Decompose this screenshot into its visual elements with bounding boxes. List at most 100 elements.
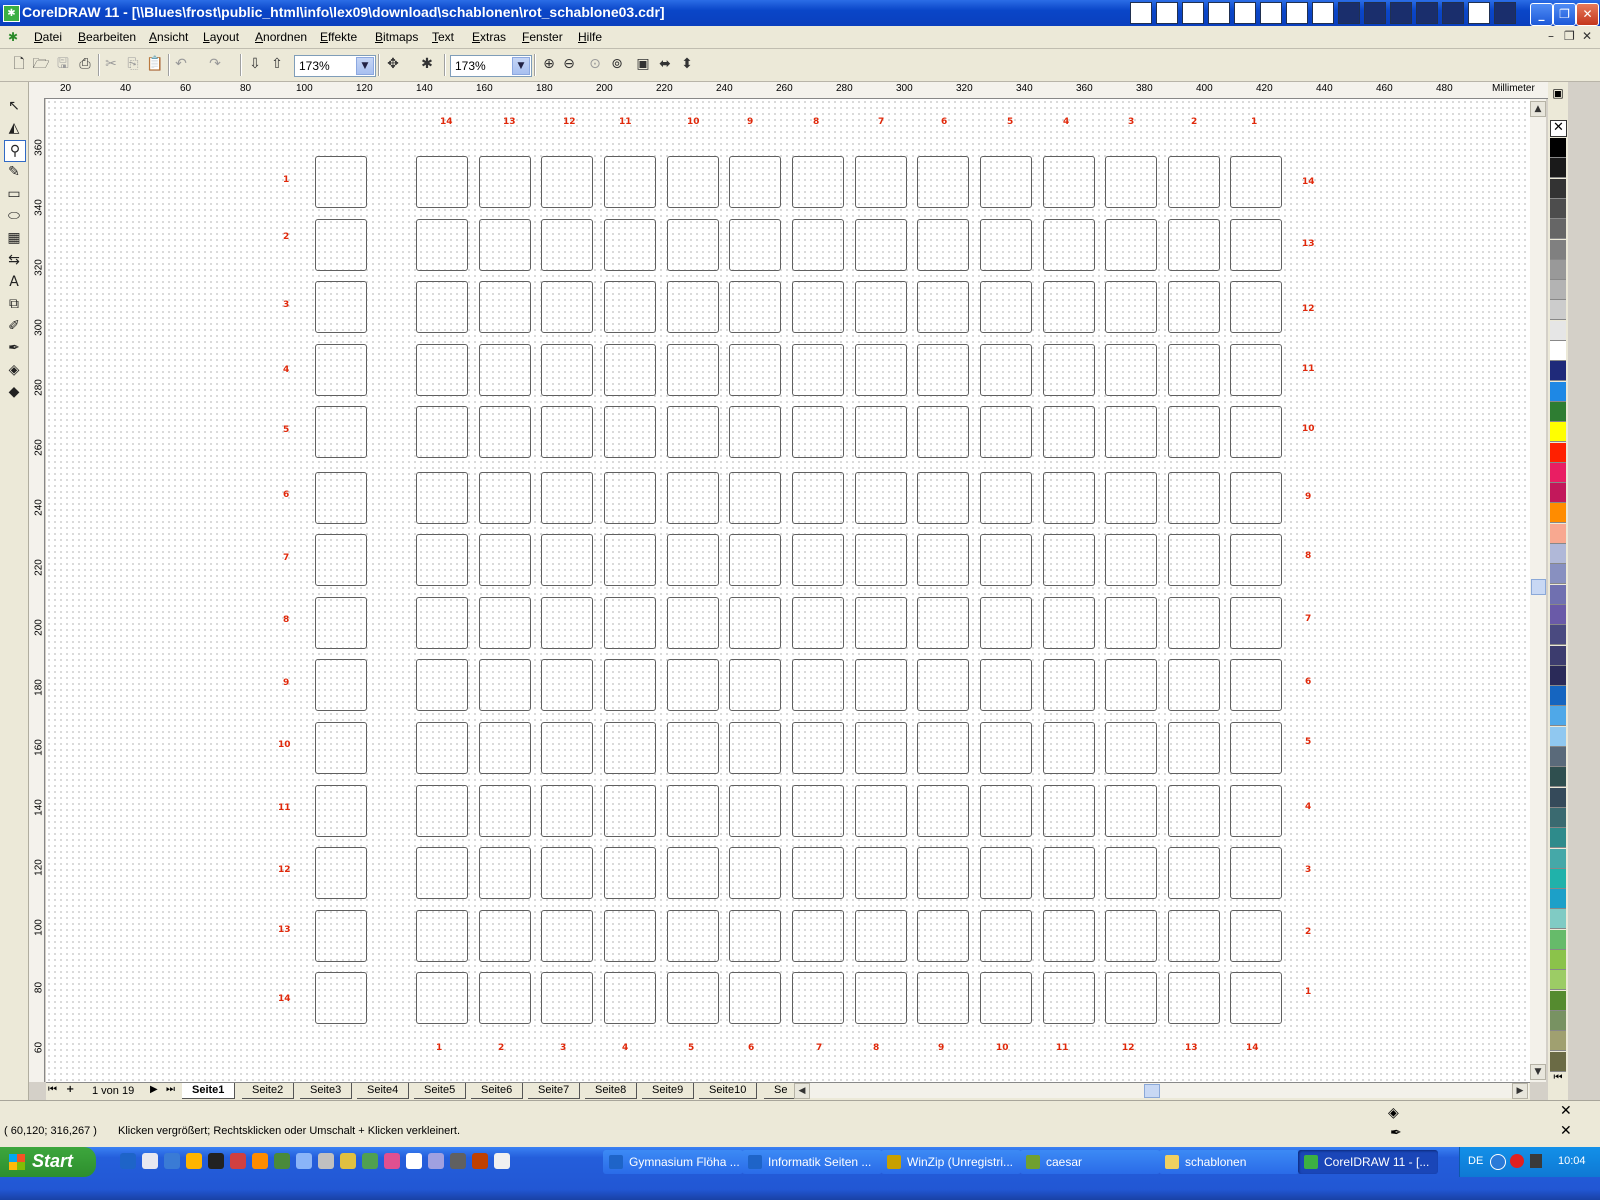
template-cell[interactable] bbox=[479, 910, 531, 962]
thumb-icon[interactable] bbox=[1442, 2, 1464, 24]
template-cell[interactable] bbox=[1230, 910, 1282, 962]
template-cell[interactable] bbox=[667, 219, 719, 271]
chevron-down-icon[interactable]: ▼ bbox=[512, 57, 530, 75]
app-icon[interactable] bbox=[318, 1153, 334, 1169]
template-cell[interactable] bbox=[980, 534, 1032, 586]
template-cell[interactable] bbox=[729, 156, 781, 208]
stop-icon[interactable] bbox=[1510, 1154, 1524, 1168]
template-cell[interactable] bbox=[1043, 659, 1095, 711]
template-cell[interactable] bbox=[1168, 219, 1220, 271]
template-cell[interactable] bbox=[917, 847, 969, 899]
template-cell[interactable] bbox=[1105, 910, 1157, 962]
template-cell[interactable] bbox=[416, 472, 468, 524]
task-winzip[interactable]: WinZip (Unregistri... bbox=[881, 1150, 1021, 1174]
template-cell[interactable] bbox=[980, 156, 1032, 208]
template-cell[interactable] bbox=[479, 472, 531, 524]
template-cell[interactable] bbox=[541, 472, 593, 524]
template-cell[interactable] bbox=[479, 785, 531, 837]
template-cell[interactable] bbox=[792, 659, 844, 711]
page-tab[interactable]: Seite8 bbox=[585, 1083, 638, 1099]
close-button[interactable]: ✕ bbox=[1576, 3, 1599, 26]
thumb-icon[interactable] bbox=[1156, 2, 1178, 24]
template-cell[interactable] bbox=[855, 847, 907, 899]
outline-indicator-icon[interactable]: ✒ bbox=[1390, 1125, 1402, 1141]
color-swatch[interactable] bbox=[1550, 320, 1566, 341]
template-cell[interactable] bbox=[792, 722, 844, 774]
template-cell[interactable] bbox=[1168, 472, 1220, 524]
template-cell[interactable] bbox=[792, 847, 844, 899]
zoom-page-icon[interactable]: ▣ bbox=[634, 55, 652, 73]
palette-scroll-icon[interactable]: ⏮ bbox=[1550, 1072, 1566, 1084]
template-cell[interactable] bbox=[1230, 972, 1282, 1024]
color-swatch[interactable] bbox=[1550, 219, 1566, 240]
template-cell[interactable] bbox=[917, 219, 969, 271]
template-cell[interactable] bbox=[855, 659, 907, 711]
template-cell[interactable] bbox=[1043, 597, 1095, 649]
template-cell[interactable] bbox=[729, 472, 781, 524]
template-cell[interactable] bbox=[315, 910, 367, 962]
tray-app-icon[interactable] bbox=[1530, 1154, 1542, 1168]
template-cell[interactable] bbox=[604, 406, 656, 458]
template-cell[interactable] bbox=[792, 597, 844, 649]
template-cell[interactable] bbox=[917, 722, 969, 774]
template-cell[interactable] bbox=[416, 910, 468, 962]
template-cell[interactable] bbox=[667, 406, 719, 458]
color-swatch[interactable] bbox=[1550, 178, 1566, 199]
vertical-scrollbar[interactable]: ▲ ▼ bbox=[1530, 99, 1546, 1082]
template-cell[interactable] bbox=[1168, 722, 1220, 774]
page-tab[interactable]: Seite4 bbox=[357, 1083, 410, 1099]
thumb-icon[interactable] bbox=[1390, 2, 1412, 24]
color-swatch[interactable] bbox=[1550, 280, 1566, 301]
graph-paper-tool-icon[interactable]: ▦ bbox=[4, 228, 24, 248]
zoom-height-icon[interactable]: ⬍ bbox=[678, 55, 696, 73]
menu-hilfe[interactable]: Hilfe bbox=[578, 30, 602, 44]
template-cell[interactable] bbox=[980, 406, 1032, 458]
template-cell[interactable] bbox=[855, 534, 907, 586]
template-cell[interactable] bbox=[416, 281, 468, 333]
template-cell[interactable] bbox=[667, 847, 719, 899]
color-swatch[interactable] bbox=[1550, 259, 1566, 280]
template-cell[interactable] bbox=[980, 281, 1032, 333]
menu-datei[interactable]: Datei bbox=[34, 30, 62, 44]
color-swatch[interactable] bbox=[1550, 625, 1566, 646]
template-cell[interactable] bbox=[1105, 722, 1157, 774]
template-cell[interactable] bbox=[416, 785, 468, 837]
template-cell[interactable] bbox=[416, 972, 468, 1024]
template-cell[interactable] bbox=[1168, 156, 1220, 208]
template-cell[interactable] bbox=[479, 847, 531, 899]
template-cell[interactable] bbox=[855, 156, 907, 208]
zoom-all-objects-icon[interactable]: ⊚ bbox=[608, 55, 626, 73]
template-cell[interactable] bbox=[667, 344, 719, 396]
template-cell[interactable] bbox=[541, 534, 593, 586]
zoom-selected-icon[interactable]: ⊙ bbox=[586, 55, 604, 73]
template-cell[interactable] bbox=[416, 156, 468, 208]
text-tool-icon[interactable]: A bbox=[4, 272, 24, 292]
template-cell[interactable] bbox=[1230, 219, 1282, 271]
template-cell[interactable] bbox=[1043, 972, 1095, 1024]
template-cell[interactable] bbox=[855, 910, 907, 962]
template-cell[interactable] bbox=[1230, 659, 1282, 711]
template-cell[interactable] bbox=[416, 406, 468, 458]
template-cell[interactable] bbox=[855, 472, 907, 524]
template-cell[interactable] bbox=[1230, 281, 1282, 333]
template-cell[interactable] bbox=[315, 156, 367, 208]
task-caesar[interactable]: caesar bbox=[1020, 1150, 1160, 1174]
template-cell[interactable] bbox=[1043, 281, 1095, 333]
template-cell[interactable] bbox=[541, 847, 593, 899]
template-cell[interactable] bbox=[604, 785, 656, 837]
color-swatch[interactable] bbox=[1550, 544, 1566, 564]
thumb-icon[interactable] bbox=[1364, 2, 1386, 24]
menu-bitmaps[interactable]: Bitmaps bbox=[375, 30, 418, 44]
template-cell[interactable] bbox=[855, 281, 907, 333]
zoom-tool-icon[interactable]: ⚲ bbox=[4, 140, 26, 162]
doc-minimize-button[interactable]: – bbox=[1548, 29, 1554, 43]
color-swatch[interactable] bbox=[1550, 645, 1566, 666]
menu-effekte[interactable]: Effekte bbox=[320, 30, 357, 44]
template-cell[interactable] bbox=[917, 785, 969, 837]
freehand-tool-icon[interactable]: ✎ bbox=[4, 162, 24, 182]
thumb-icon[interactable] bbox=[1182, 2, 1204, 24]
template-cell[interactable] bbox=[917, 472, 969, 524]
language-indicator[interactable]: DE bbox=[1468, 1155, 1483, 1167]
template-cell[interactable] bbox=[541, 156, 593, 208]
page-tab[interactable]: Seite10 bbox=[699, 1083, 758, 1099]
